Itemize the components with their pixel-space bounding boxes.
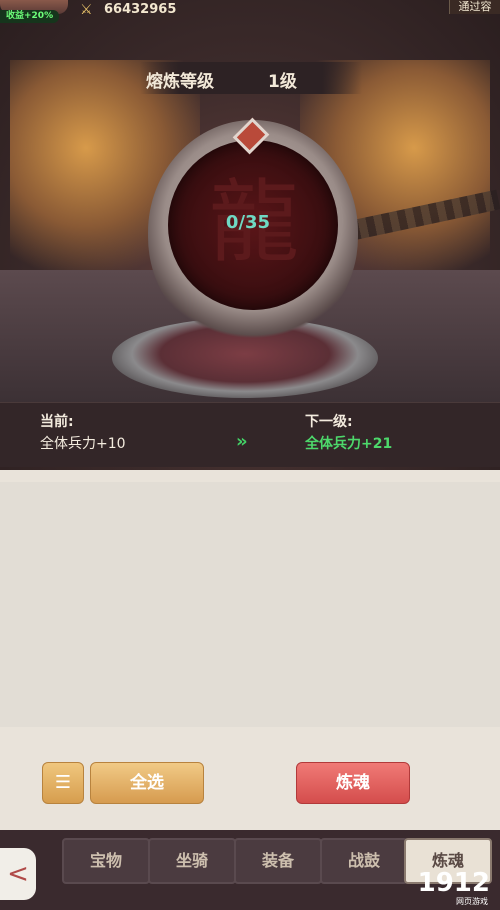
refine-level-plate: 熔炼等级 1级 [140, 62, 362, 94]
combat-power: 66432965 [104, 2, 177, 17]
tab-treasure[interactable]: 宝物 [62, 838, 150, 884]
current-value: 全体兵力+10 [40, 436, 126, 452]
tab-equipment[interactable]: 装备 [234, 838, 322, 884]
current-label: 当前: [40, 414, 74, 430]
action-row: ☰ 全选 炼魂 [0, 740, 500, 810]
income-bonus-badge: 收益+20% [0, 10, 60, 23]
back-arrow-icon: < [7, 859, 29, 889]
orb-progress: 0/35 [225, 212, 271, 233]
refine-level-value: 1级 [268, 72, 297, 92]
main-panel: ☰ 全选 炼魂 [0, 470, 500, 830]
next-label: 下一级: [305, 414, 353, 430]
watermark-subtitle: 网页游戏 [456, 897, 488, 906]
select-all-button[interactable]: 全选 [90, 762, 204, 804]
filter-button[interactable]: ☰ [42, 762, 84, 804]
watermark-logo: 1912 [417, 868, 490, 898]
top-right-button[interactable]: 通过容 [449, 0, 500, 14]
top-bar: 收益+20% ⚔ 66432965 通过容 [0, 0, 500, 23]
forge-scene: 龍 0/35 熔炼等级 1级 [0, 0, 500, 470]
tab-war-drum[interactable]: 战鼓 [320, 838, 408, 884]
next-value: 全体兵力+21 [305, 436, 393, 452]
tab-mount[interactable]: 坐骑 [148, 838, 236, 884]
back-button[interactable]: < [0, 848, 36, 900]
item-grid-area[interactable] [0, 482, 500, 727]
filter-list-icon: ☰ [54, 772, 72, 793]
level-info-panel: 当前: 全体兵力+10 » 下一级: 全体兵力+21 [0, 402, 500, 467]
crossed-swords-icon: ⚔ [80, 2, 93, 18]
refine-level-label: 熔炼等级 [146, 72, 214, 92]
refine-soul-button[interactable]: 炼魂 [296, 762, 410, 804]
double-chevron-right-icon: » [236, 431, 247, 452]
